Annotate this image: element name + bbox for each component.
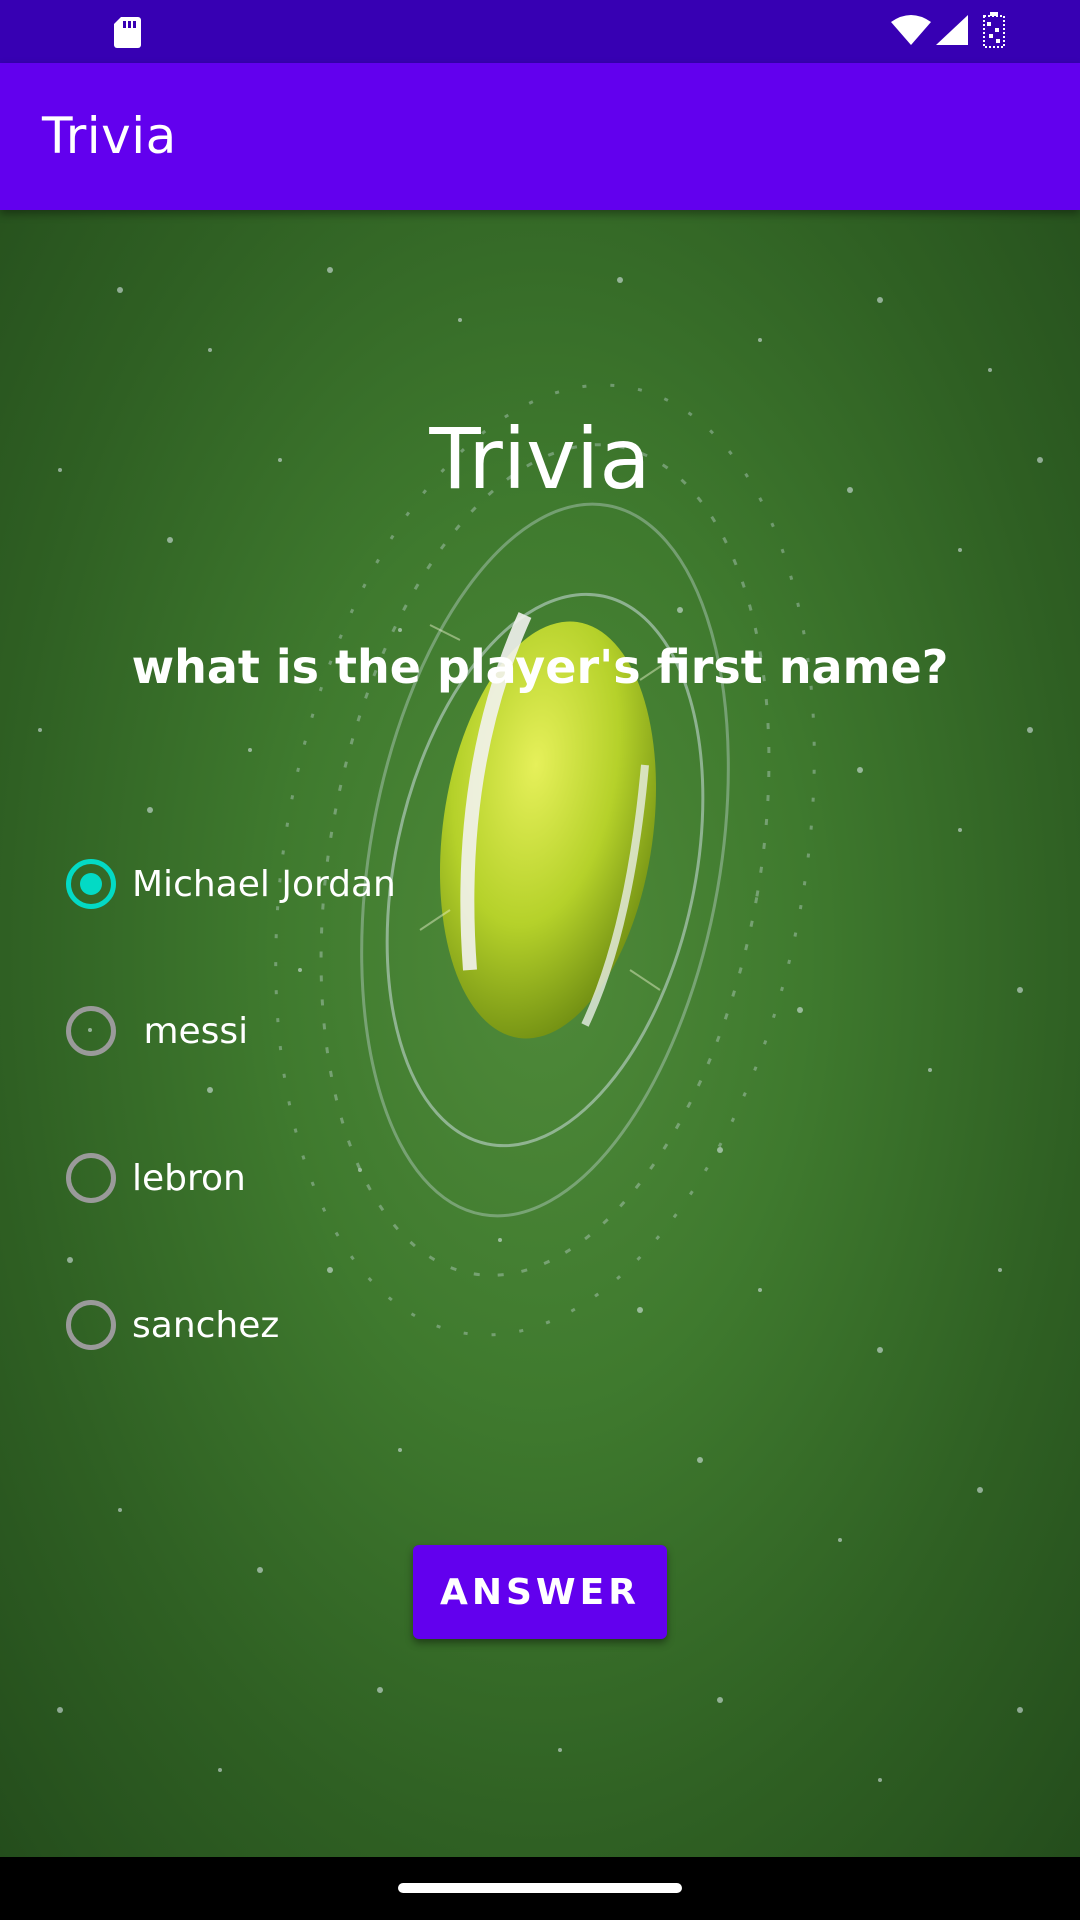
battery-icon [983,12,1005,52]
app-bar: Trivia [0,63,1080,210]
radio-label: Michael Jordan [132,863,396,905]
radio-option-messi[interactable]: messi [66,1001,248,1061]
signal-icon [935,14,969,50]
navigation-bar [0,1857,1080,1920]
answer-button[interactable]: ANSWER [413,1545,667,1639]
radio-option-lebron[interactable]: lebron [66,1148,246,1208]
screen: Trivia Trivia what is the player's first… [0,0,1080,1920]
question-text: what is the player's first name? [131,640,949,694]
radio-option-michael-jordan[interactable]: Michael Jordan [66,854,396,914]
radio-checked-icon[interactable] [66,859,116,909]
radio-label: sanchez [132,1304,280,1346]
home-handle[interactable] [398,1883,682,1893]
app-title: Trivia [42,107,177,165]
radio-unchecked-icon[interactable] [66,1153,116,1203]
radio-unchecked-icon[interactable] [66,1006,116,1056]
radio-label: messi [132,1010,249,1052]
wifi-icon [890,14,932,50]
trivia-heading: Trivia [429,410,651,508]
radio-unchecked-icon[interactable] [66,1300,116,1350]
radio-option-sanchez[interactable]: sanchez [66,1295,279,1355]
sd-card-icon [112,15,142,53]
status-bar [0,0,1080,63]
radio-label: lebron [132,1157,246,1199]
trivia-content: Trivia what is the player's first name? … [0,210,1080,1857]
